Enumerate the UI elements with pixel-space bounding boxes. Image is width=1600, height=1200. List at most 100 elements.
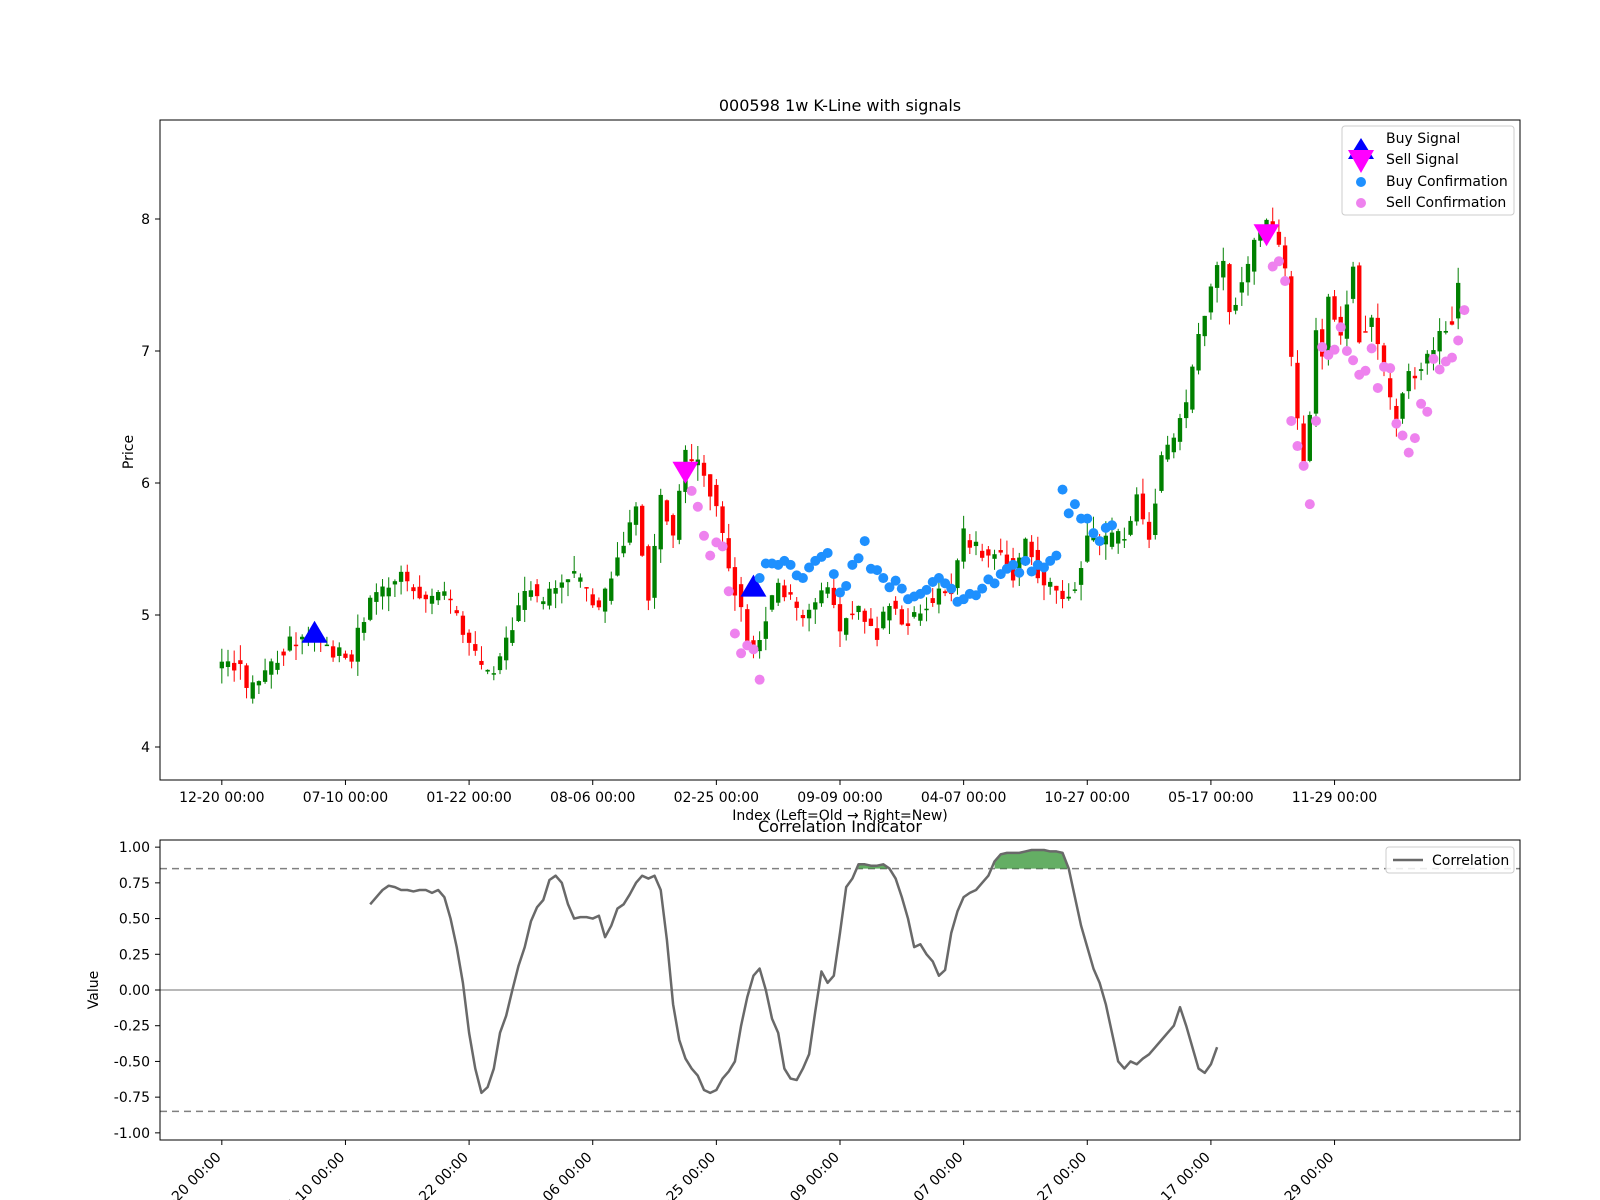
candle-body [745,609,750,646]
candle-body [912,612,917,617]
confirmation-point [1020,555,1031,566]
confirmation-point [853,553,864,564]
candle-body [1202,315,1207,337]
confirmation-point [754,573,765,584]
candle-body [1437,331,1442,352]
candle-body [454,610,459,614]
confirmation-point [1304,499,1315,510]
confirmation-point [1292,441,1303,452]
candle-body [368,597,373,620]
candle-body [1363,331,1368,333]
candle-body [1134,494,1139,522]
candle-body [701,462,707,476]
candle-body [497,656,503,671]
confirmation-point [1403,447,1414,458]
confirmation-point [1372,382,1383,393]
corr-y-ticks: 1.00 0.75 0.50 0.25 0.00 -0.25 -0.50 -0.75 -1.00 [114,840,160,1142]
candle-body [522,591,527,610]
candle-body [479,660,484,665]
confirmation-point [729,628,740,639]
y-tick-label: -1.00 [114,1126,150,1142]
candle-body [1214,265,1220,288]
candle-body [769,595,775,610]
candle-body [1072,589,1078,591]
candle-body [1029,541,1034,558]
candle-body [436,592,441,601]
confirmation-point [1360,365,1371,376]
candle-body [640,505,645,556]
x-tick-label: 08-06 00:00 [524,1150,596,1200]
confirmation-point [1286,415,1297,426]
candle-body [572,571,577,574]
candle-body [918,613,923,621]
candle-body [559,582,564,588]
confirmation-point [754,674,765,685]
candle-body [670,515,676,536]
candle-body [423,594,428,600]
x-tick-label: 05-17 00:00 [1168,790,1253,806]
candle-body [1449,321,1455,325]
candle-body [658,494,663,550]
y-tick-label: 4 [141,740,150,756]
candle-body [776,582,781,603]
confirmation-point [1273,256,1284,267]
candle-body [547,588,552,606]
candle-body [330,646,336,658]
x-tick-label: 01-22 00:00 [400,1150,472,1200]
confirmation-point [989,578,1000,589]
candle-body [1128,520,1133,535]
confirmation-point [1348,355,1359,366]
candle-body [942,591,948,594]
candle-body [1227,264,1232,313]
candle-body [1196,334,1201,371]
candle-body [1295,362,1300,419]
candle-body [677,490,682,540]
candle-body [763,621,768,639]
confirmation-point [872,565,883,576]
candle-body [232,662,237,671]
confirmation-point [699,530,709,541]
candle-body [324,644,330,647]
candle-body [782,585,787,598]
candle-body [893,600,898,609]
corr-legend: Correlation [1385,846,1515,874]
confirmation-point [859,536,870,547]
candle-body [349,654,354,662]
y-tick-label: 8 [141,212,150,228]
candle-body [806,609,812,619]
correlation-line [369,848,1219,1095]
candle-body [998,550,1003,553]
confirmation-point [1008,559,1019,570]
candle-body [1418,369,1424,371]
confirmation-point [890,575,901,586]
confirmation-point [828,569,839,580]
candle-body [386,587,391,597]
candle-body [794,601,799,608]
candle-body [726,538,731,569]
candle-body [1313,330,1319,414]
confirmation-point [921,584,932,595]
candle-body [287,636,292,651]
candle-body [955,560,960,589]
y-tick-label: 0.25 [119,947,150,963]
candle-body [646,546,651,601]
candle-body [831,587,836,605]
y-tick-label: 5 [141,608,150,624]
y-tick-label: 0.50 [119,912,150,928]
candle-body [1165,444,1170,460]
kline-legend: Buy Signal Sell Signal Buy Confirmation … [1341,125,1515,216]
confirmation-point [1397,430,1408,441]
confirmation-point [1335,322,1346,333]
legend-buy-confirmation: Buy Confirmation [1386,174,1508,190]
confirmation-point [1385,363,1396,374]
candle-body [1369,317,1374,327]
candle-body [1066,596,1071,599]
x-tick-label: 01-22 00:00 [426,790,511,806]
sell-confirmation-legend-icon [1356,198,1366,208]
candle-body [466,632,472,643]
candle-body [1412,375,1418,379]
kline-y-ticks: 4 5 6 7 8 [141,212,160,756]
confirmation-point [1422,406,1433,417]
candle-body [825,587,830,594]
confirmation-point [1459,305,1470,316]
